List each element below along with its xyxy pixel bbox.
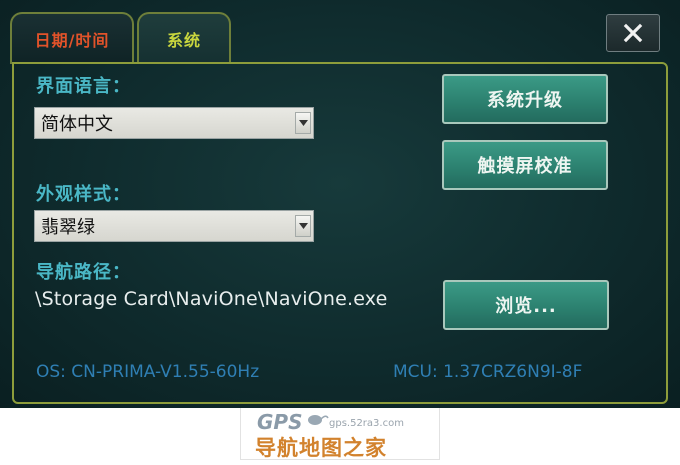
watermark-url: gps.52ra3.com bbox=[329, 418, 404, 429]
nav-path-label: 导航路径： bbox=[36, 262, 131, 283]
tab-date-time[interactable]: 日期/时间 bbox=[10, 12, 134, 64]
appearance-dropdown-button[interactable] bbox=[295, 215, 311, 237]
touch-calibration-label: 触摸屏校准 bbox=[477, 156, 573, 177]
tab-system[interactable]: 系统 bbox=[137, 12, 231, 64]
browse-button[interactable]: 浏览... bbox=[443, 280, 609, 330]
watermark: GPS gps.52ra3.com 导航地图之家 bbox=[240, 408, 440, 460]
mouse-icon bbox=[308, 415, 329, 425]
language-label: 界面语言： bbox=[36, 76, 131, 97]
watermark-name: 导航地图之家 bbox=[255, 436, 387, 460]
nav-path-value: \Storage Card\NaviOne\NaviOne.exe bbox=[35, 288, 388, 310]
watermark-brand: GPS bbox=[257, 410, 303, 434]
appearance-select[interactable]: 翡翠绿 bbox=[34, 210, 314, 242]
mcu-version: MCU: 1.37CRZ6N9I-8F bbox=[393, 362, 583, 382]
language-select[interactable]: 简体中文 bbox=[34, 107, 314, 139]
chevron-down-icon bbox=[298, 120, 308, 126]
close-icon bbox=[623, 23, 643, 43]
close-button[interactable] bbox=[606, 14, 660, 52]
system-upgrade-button[interactable]: 系统升级 bbox=[442, 74, 608, 124]
chevron-down-icon bbox=[298, 223, 308, 229]
language-select-value: 简体中文 bbox=[41, 114, 113, 135]
system-upgrade-label: 系统升级 bbox=[487, 90, 563, 111]
os-version: OS: CN-PRIMA-V1.55-60Hz bbox=[36, 362, 260, 382]
language-dropdown-button[interactable] bbox=[295, 112, 311, 134]
settings-screen: 日期/时间 系统 界面语言： 简体中文 外观样式： 翡翠绿 导航路径： \Sto… bbox=[0, 0, 680, 408]
tab-system-label: 系统 bbox=[166, 31, 201, 50]
touch-calibration-button[interactable]: 触摸屏校准 bbox=[442, 140, 608, 190]
appearance-select-value: 翡翠绿 bbox=[41, 217, 95, 238]
browse-label: 浏览... bbox=[495, 296, 557, 317]
tab-date-time-label: 日期/时间 bbox=[34, 31, 110, 50]
appearance-label: 外观样式： bbox=[36, 184, 131, 205]
